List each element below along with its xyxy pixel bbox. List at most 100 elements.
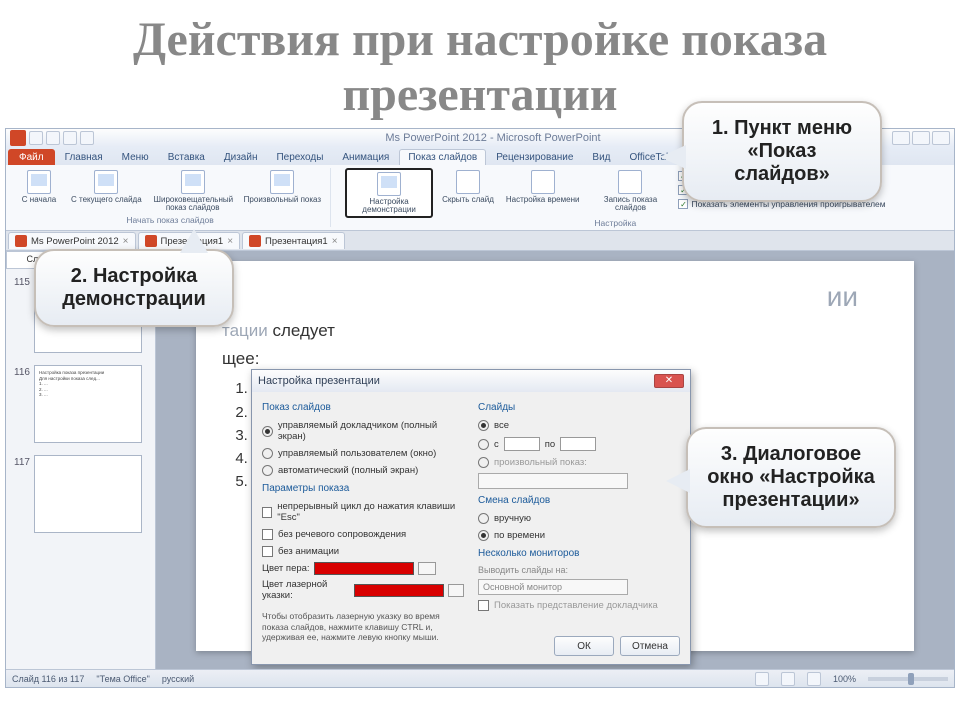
dropdown-icon[interactable] — [418, 562, 436, 575]
setup-show-dialog: Настройка презентации ✕ Показ слайдов уп… — [251, 369, 691, 665]
document-tabs: Ms PowerPoint 2012× Презентация1× Презен… — [6, 231, 954, 251]
clock-icon — [531, 170, 555, 194]
maximize-button[interactable] — [912, 131, 930, 145]
pp-doc-icon — [15, 235, 27, 247]
tab-insert[interactable]: Вставка — [159, 149, 214, 165]
qat-repeat-icon[interactable] — [80, 131, 94, 145]
tab-animation[interactable]: Анимация — [333, 149, 398, 165]
btn-broadcast[interactable]: Широковещательный показ слайдов — [151, 168, 235, 214]
setup-icon — [377, 172, 401, 196]
close-icon[interactable]: × — [227, 236, 233, 247]
slide-thumbnail[interactable]: 117 — [10, 455, 151, 533]
slide-thumbnail[interactable]: 116Настройка показа презентацииДля настр… — [10, 365, 151, 443]
group-monitors: Несколько мониторов — [478, 548, 680, 559]
chk-presenter-view: Показать представление докладчика — [478, 599, 680, 612]
cancel-button[interactable]: Отмена — [620, 636, 680, 656]
custom-show-combo — [478, 473, 628, 489]
checkbox-icon — [478, 600, 489, 611]
radio-presenter[interactable]: управляемый докладчиком (полный экран) — [262, 419, 464, 443]
tab-home[interactable]: Главная — [56, 149, 112, 165]
monitor-icon — [27, 170, 51, 194]
doc-tab[interactable]: Ms PowerPoint 2012× — [8, 232, 136, 249]
callout-2: 2. Настройка демонстрации — [34, 249, 234, 327]
radio-manual[interactable]: вручную — [478, 512, 680, 525]
btn-hide-slide[interactable]: Скрыть слайд — [439, 168, 497, 206]
status-zoom: 100% — [833, 674, 856, 684]
powerpoint-logo-icon — [10, 130, 26, 146]
to-input[interactable] — [560, 437, 596, 451]
chk-loop[interactable]: непрерывный цикл до нажатия клавиши "Esc… — [262, 500, 464, 524]
group-advance: Смена слайдов — [478, 495, 680, 506]
pen-color-field[interactable]: Цвет пера: — [262, 562, 464, 575]
radio-icon — [262, 465, 273, 476]
radio-from-to[interactable]: спо — [478, 436, 680, 452]
close-icon[interactable]: × — [332, 236, 338, 247]
tab-review[interactable]: Рецензирование — [487, 149, 582, 165]
doc-tab[interactable]: Презентация1× — [242, 232, 345, 249]
custom-show-icon — [270, 170, 294, 194]
radio-icon — [478, 513, 489, 524]
tab-view[interactable]: Вид — [583, 149, 619, 165]
record-icon — [618, 170, 642, 194]
btn-from-current[interactable]: С текущего слайда — [68, 168, 145, 206]
close-icon[interactable]: × — [123, 236, 129, 247]
group-show-type: Показ слайдов — [262, 402, 464, 413]
minimize-button[interactable] — [892, 131, 910, 145]
slide-heading-partial: ии — [222, 281, 888, 313]
qat-undo-icon[interactable] — [46, 131, 60, 145]
tab-file[interactable]: Файл — [8, 149, 55, 165]
btn-custom-show[interactable]: Произвольный показ — [241, 168, 324, 206]
view-slideshow-icon[interactable] — [807, 672, 821, 686]
monitor-icon — [94, 170, 118, 194]
radio-kiosk[interactable]: автоматический (полный экран) — [262, 464, 464, 477]
status-bar: Слайд 116 из 117 "Тема Office" русский 1… — [6, 669, 954, 687]
qat-save-icon[interactable] — [29, 131, 43, 145]
powerpoint-window: Ms PowerPoint 2012 - Microsoft PowerPoin… — [5, 128, 955, 688]
radio-timings[interactable]: по времени — [478, 529, 680, 542]
radio-browsed-user[interactable]: управляемый пользователем (окно) — [262, 447, 464, 460]
group-slides: Слайды — [478, 402, 680, 413]
checkbox-icon — [262, 529, 273, 540]
radio-all-slides[interactable]: все — [478, 419, 680, 432]
tab-transitions[interactable]: Переходы — [267, 149, 332, 165]
group-label-start: Начать показ слайдов — [126, 215, 213, 225]
dialog-titlebar: Настройка презентации ✕ — [252, 370, 690, 392]
dialog-title: Настройка презентации — [258, 375, 380, 387]
close-button[interactable] — [932, 131, 950, 145]
dropdown-icon[interactable] — [448, 584, 464, 597]
laser-color-field[interactable]: Цвет лазерной указки: — [262, 579, 464, 601]
hide-icon — [456, 170, 480, 194]
checkbox-icon — [262, 546, 273, 557]
view-sorter-icon[interactable] — [781, 672, 795, 686]
chk-no-animation[interactable]: без анимации — [262, 545, 464, 558]
radio-icon — [478, 439, 489, 450]
color-swatch — [314, 562, 414, 575]
btn-rehearse[interactable]: Настройка времени — [503, 168, 583, 206]
quick-access-toolbar — [10, 130, 94, 146]
tab-menu[interactable]: Меню — [113, 149, 158, 165]
tab-slideshow[interactable]: Показ слайдов — [399, 149, 486, 165]
zoom-slider[interactable] — [868, 677, 948, 681]
ok-button[interactable]: ОК — [554, 636, 614, 656]
dialog-close-button[interactable]: ✕ — [654, 374, 684, 388]
group-label-setup: Настройка — [594, 218, 636, 228]
btn-setup-slideshow[interactable]: Настройка демонстрации — [345, 168, 433, 218]
monitor-combo: Основной монитор — [478, 579, 628, 595]
view-normal-icon[interactable] — [755, 672, 769, 686]
laser-note: Чтобы отобразить лазерную указку во врем… — [262, 611, 464, 642]
status-lang: русский — [162, 674, 194, 684]
radio-icon — [478, 457, 489, 468]
chk-no-narration[interactable]: без речевого сопровождения — [262, 528, 464, 541]
radio-icon — [478, 420, 489, 431]
from-input[interactable] — [504, 437, 540, 451]
btn-record[interactable]: Запись показа слайдов — [588, 168, 672, 214]
qat-redo-icon[interactable] — [63, 131, 77, 145]
status-theme: "Тема Office" — [96, 674, 149, 684]
monitor-label: Выводить слайды на: — [478, 565, 680, 575]
btn-from-beginning[interactable]: С начала — [16, 168, 62, 206]
radio-icon — [262, 426, 273, 437]
pp-doc-icon — [145, 235, 157, 247]
pp-doc-icon — [249, 235, 261, 247]
tab-design[interactable]: Дизайн — [215, 149, 267, 165]
color-swatch — [354, 584, 444, 597]
